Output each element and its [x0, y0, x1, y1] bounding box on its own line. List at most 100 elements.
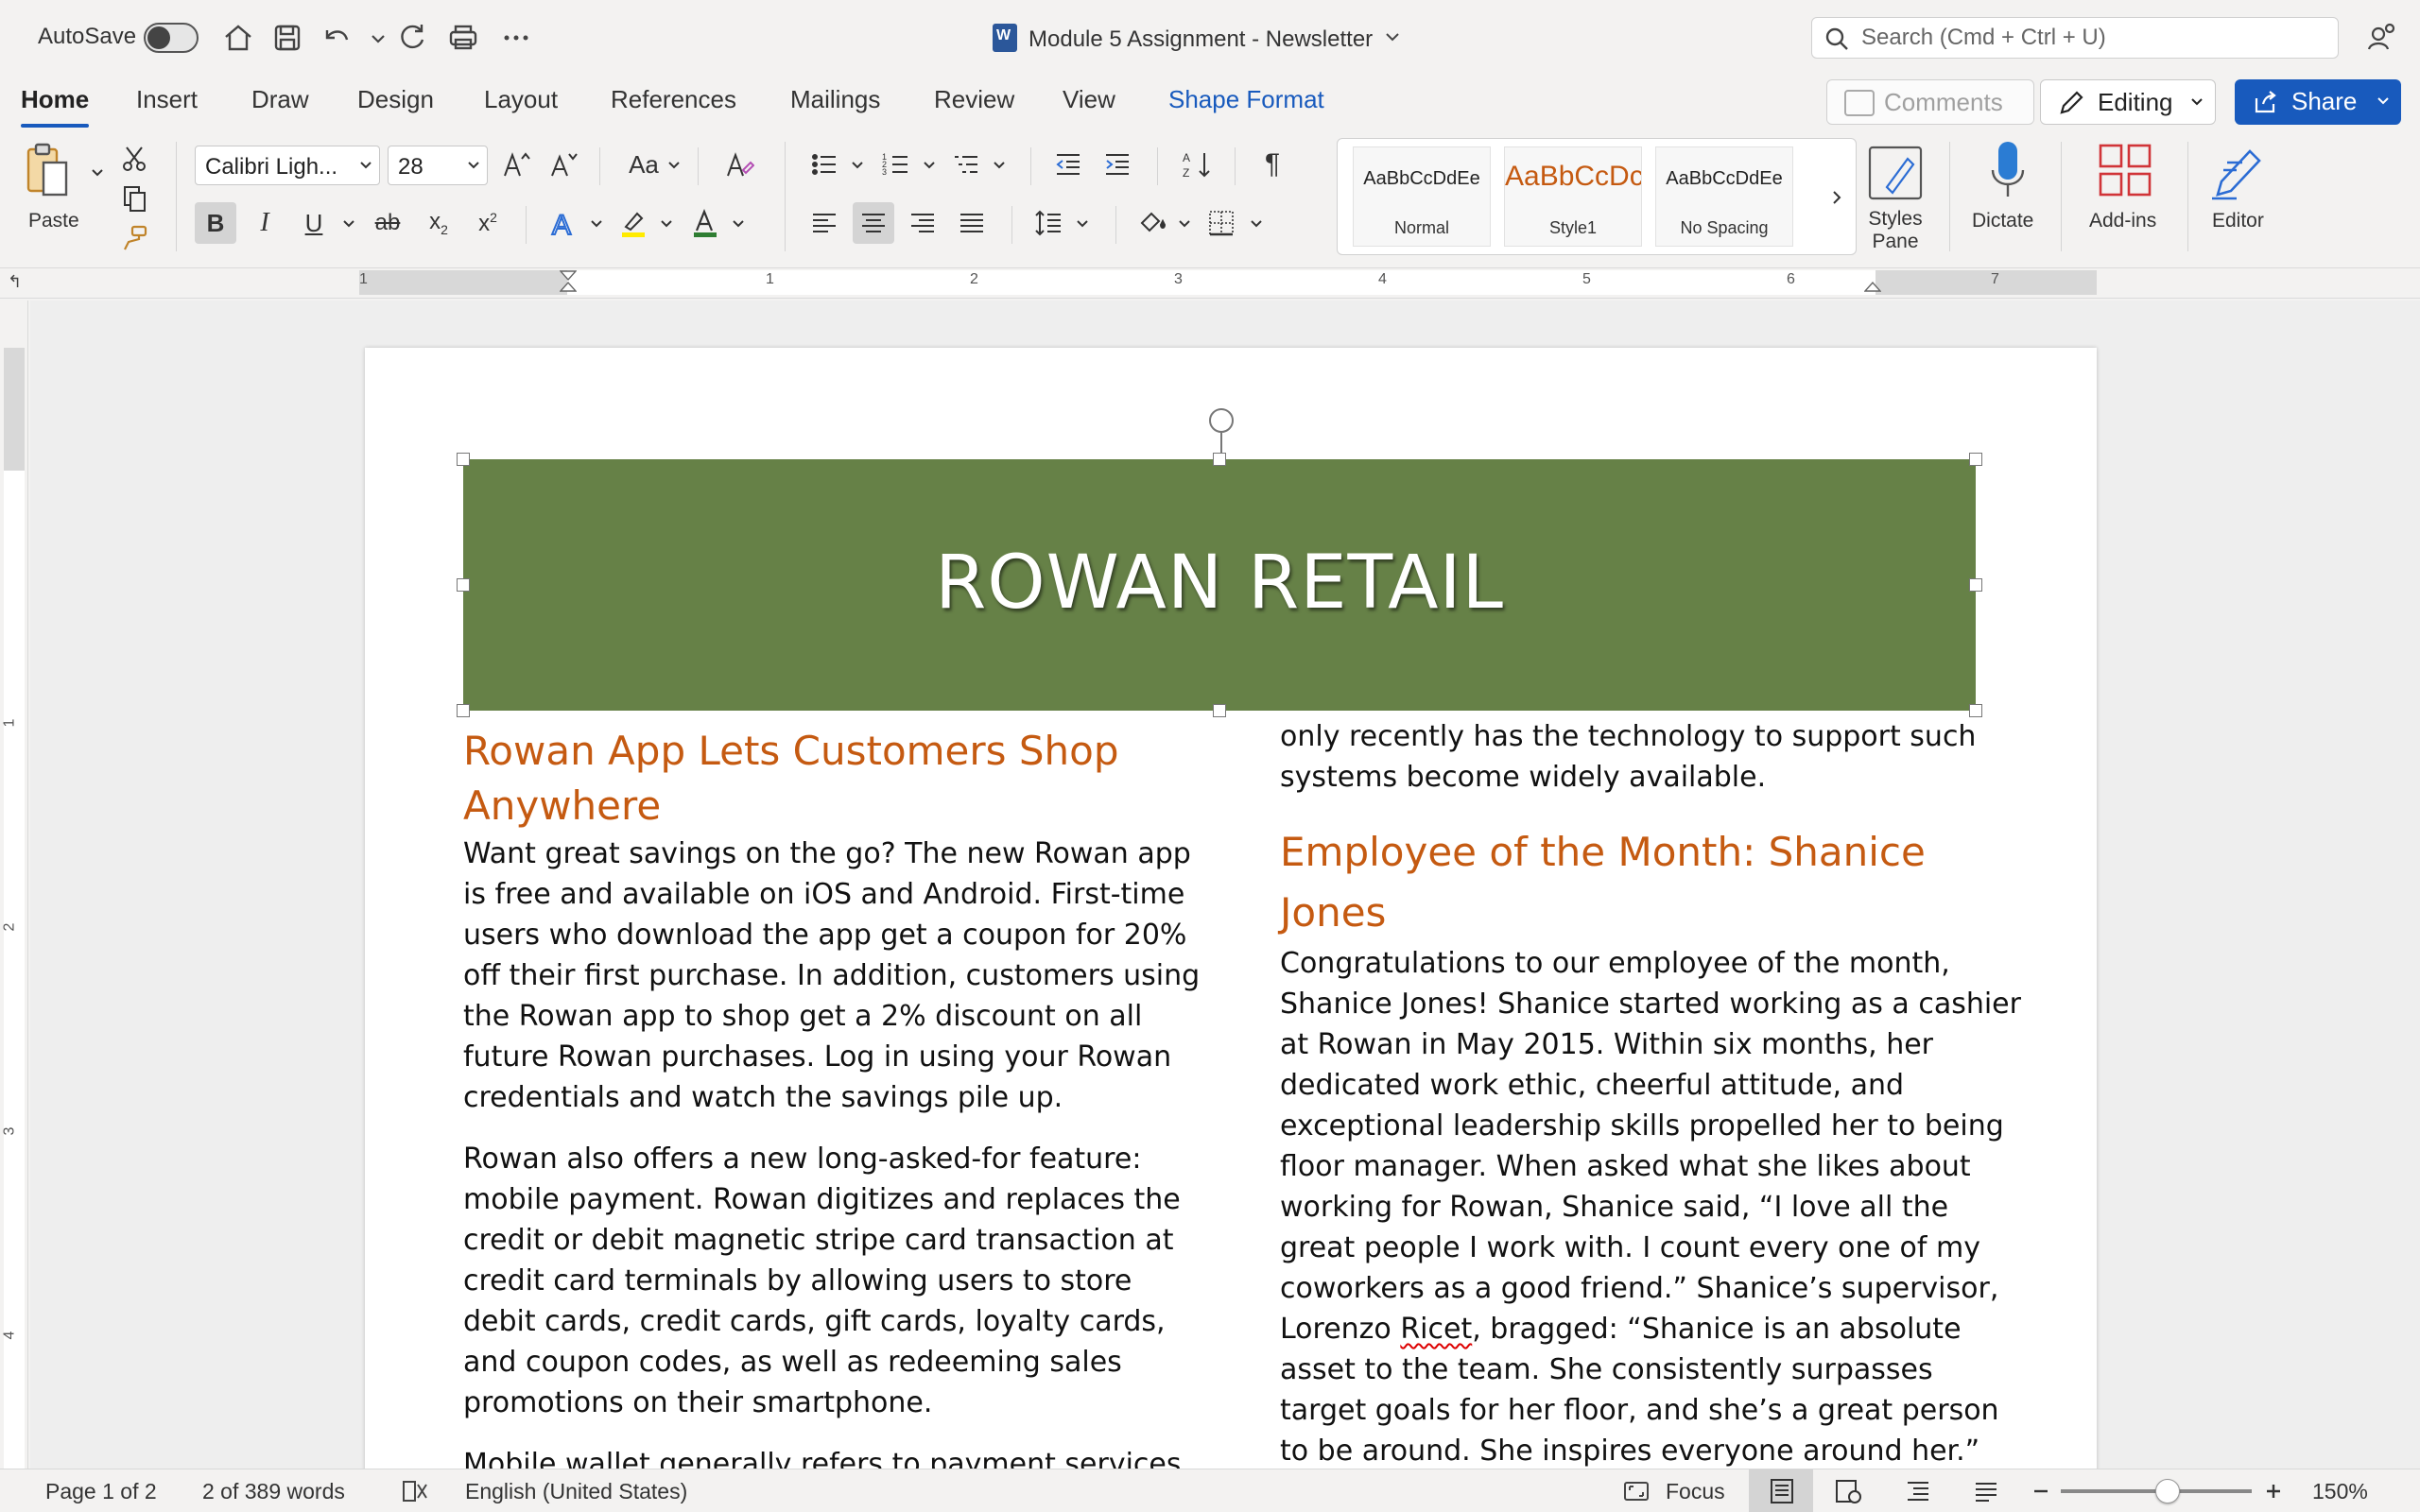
multilevel-list-button[interactable]	[945, 144, 987, 185]
left-column[interactable]: Rowan App Lets Customers Shop Anywhere W…	[463, 724, 1201, 1469]
tab-stop-icon[interactable]: ↰	[8, 272, 22, 292]
home-icon[interactable]	[219, 19, 257, 57]
font-color-dropdown-icon[interactable]	[732, 217, 745, 231]
tab-home[interactable]: Home	[21, 85, 90, 128]
text-effects-dropdown-icon[interactable]	[590, 217, 603, 231]
web-layout-icon[interactable]	[1834, 1477, 1862, 1505]
line-spacing-dropdown-icon[interactable]	[1076, 217, 1089, 231]
highlight-dropdown-icon[interactable]	[660, 217, 673, 231]
resize-handle[interactable]	[1213, 704, 1226, 717]
gallery-chevron-right-icon[interactable]	[1829, 190, 1844, 205]
highlight-color-button[interactable]	[613, 202, 654, 244]
numbering-button[interactable]: 123	[875, 144, 917, 185]
resize-handle[interactable]	[1969, 578, 1982, 592]
zoom-in-icon[interactable]	[2259, 1477, 2288, 1505]
tab-layout[interactable]: Layout	[484, 85, 558, 114]
line-spacing-button[interactable]	[1028, 202, 1070, 244]
zoom-out-icon[interactable]	[2027, 1477, 2055, 1505]
tab-shape-format[interactable]: Shape Format	[1168, 85, 1324, 114]
autosave-toggle[interactable]	[144, 23, 199, 53]
tab-mailings[interactable]: Mailings	[790, 85, 880, 114]
bold-button[interactable]: B	[195, 202, 236, 244]
clear-formatting-button[interactable]	[718, 144, 760, 185]
indent-marker-icon[interactable]	[560, 270, 577, 295]
tab-review[interactable]: Review	[934, 85, 1014, 114]
print-layout-view-button[interactable]	[1749, 1469, 1813, 1512]
editor-button[interactable]	[2208, 142, 2269, 202]
italic-button[interactable]: I	[244, 202, 285, 244]
banner-shape[interactable]: ROWAN RETAIL	[463, 459, 1976, 711]
style-no-spacing[interactable]: AaBbCcDdEe No Spacing	[1655, 146, 1793, 247]
borders-dropdown-icon[interactable]	[1250, 217, 1263, 231]
styles-pane-button[interactable]	[1866, 144, 1925, 202]
resize-handle[interactable]	[1969, 704, 1982, 717]
borders-button[interactable]	[1201, 202, 1242, 244]
show-formatting-marks-button[interactable]: ¶	[1252, 144, 1293, 185]
multilevel-dropdown-icon[interactable]	[993, 159, 1006, 172]
strikethrough-button[interactable]: ab	[367, 202, 408, 244]
shading-button[interactable]	[1131, 202, 1172, 244]
tab-draw[interactable]: Draw	[251, 85, 309, 114]
copy-button[interactable]	[113, 178, 155, 219]
font-color-button[interactable]	[684, 202, 726, 244]
text-effects-button[interactable]: A	[543, 202, 584, 244]
tab-view[interactable]: View	[1063, 85, 1115, 114]
justify-button[interactable]	[951, 202, 993, 244]
right-indent-marker-icon[interactable]	[1864, 270, 1881, 295]
page-count[interactable]: Page 1 of 2	[45, 1479, 157, 1504]
underline-button[interactable]: U	[293, 202, 335, 244]
tab-design[interactable]: Design	[357, 85, 434, 114]
comments-button[interactable]: Comments	[1826, 79, 2034, 125]
dictate-button[interactable]	[1985, 138, 2031, 206]
search-input[interactable]	[1861, 24, 2325, 52]
shading-dropdown-icon[interactable]	[1178, 217, 1191, 231]
right-column[interactable]: only recently has the technology to supp…	[1280, 720, 2027, 1469]
zoom-level[interactable]: 150%	[2312, 1479, 2368, 1504]
vertical-ruler[interactable]: 1 2 3 4	[0, 301, 28, 1469]
undo-dropdown-icon[interactable]	[359, 19, 385, 57]
focus-button[interactable]: Focus	[1666, 1479, 1725, 1504]
misspelled-word[interactable]: Ricet	[1400, 1313, 1472, 1346]
subscript-button[interactable]: x2	[418, 202, 459, 244]
outline-view-icon[interactable]	[1904, 1477, 1932, 1505]
more-options-icon[interactable]	[497, 19, 535, 57]
zoom-slider-handle[interactable]	[2155, 1479, 2180, 1503]
change-case-dropdown-icon[interactable]	[667, 159, 681, 172]
word-count[interactable]: 2 of 389 words	[202, 1479, 345, 1504]
bullets-dropdown-icon[interactable]	[851, 159, 864, 172]
share-button[interactable]: Share	[2235, 79, 2401, 125]
proofing-icon[interactable]	[401, 1477, 429, 1505]
change-case-button[interactable]: Aa	[620, 144, 667, 185]
add-ins-button[interactable]	[2097, 142, 2153, 200]
search-box[interactable]	[1811, 17, 2339, 59]
undo-icon[interactable]	[318, 19, 355, 57]
paste-dropdown-icon[interactable]	[91, 166, 104, 180]
horizontal-ruler[interactable]: ↰ 1 1 2 3 4 5 6 7	[0, 268, 2420, 299]
tab-references[interactable]: References	[611, 85, 736, 114]
align-center-button[interactable]	[853, 202, 894, 244]
resize-handle[interactable]	[457, 453, 470, 466]
rotate-handle[interactable]	[1209, 408, 1234, 433]
align-left-button[interactable]	[804, 202, 845, 244]
draft-view-icon[interactable]	[1972, 1477, 2000, 1505]
resize-handle[interactable]	[457, 704, 470, 717]
font-size-select[interactable]: 28	[388, 146, 488, 185]
language-status[interactable]: English (United States)	[465, 1479, 687, 1504]
tab-insert[interactable]: Insert	[136, 85, 198, 114]
resize-handle[interactable]	[1969, 453, 1982, 466]
print-icon[interactable]	[444, 19, 482, 57]
redo-icon[interactable]	[393, 19, 431, 57]
superscript-button[interactable]: x2	[467, 202, 509, 244]
resize-handle[interactable]	[457, 578, 470, 592]
numbering-dropdown-icon[interactable]	[923, 159, 936, 172]
editing-mode-button[interactable]: Editing	[2040, 79, 2216, 125]
align-right-button[interactable]	[902, 202, 943, 244]
underline-dropdown-icon[interactable]	[342, 217, 355, 231]
account-icon[interactable]	[2363, 19, 2401, 57]
increase-indent-button[interactable]	[1097, 144, 1138, 185]
document-canvas[interactable]: ROWAN RETAIL Rowan App Lets Customers Sh…	[30, 301, 2420, 1469]
format-painter-button[interactable]	[113, 217, 155, 259]
cut-button[interactable]	[113, 138, 155, 180]
resize-handle[interactable]	[1213, 453, 1226, 466]
style-normal[interactable]: AaBbCcDdEe Normal	[1353, 146, 1491, 247]
